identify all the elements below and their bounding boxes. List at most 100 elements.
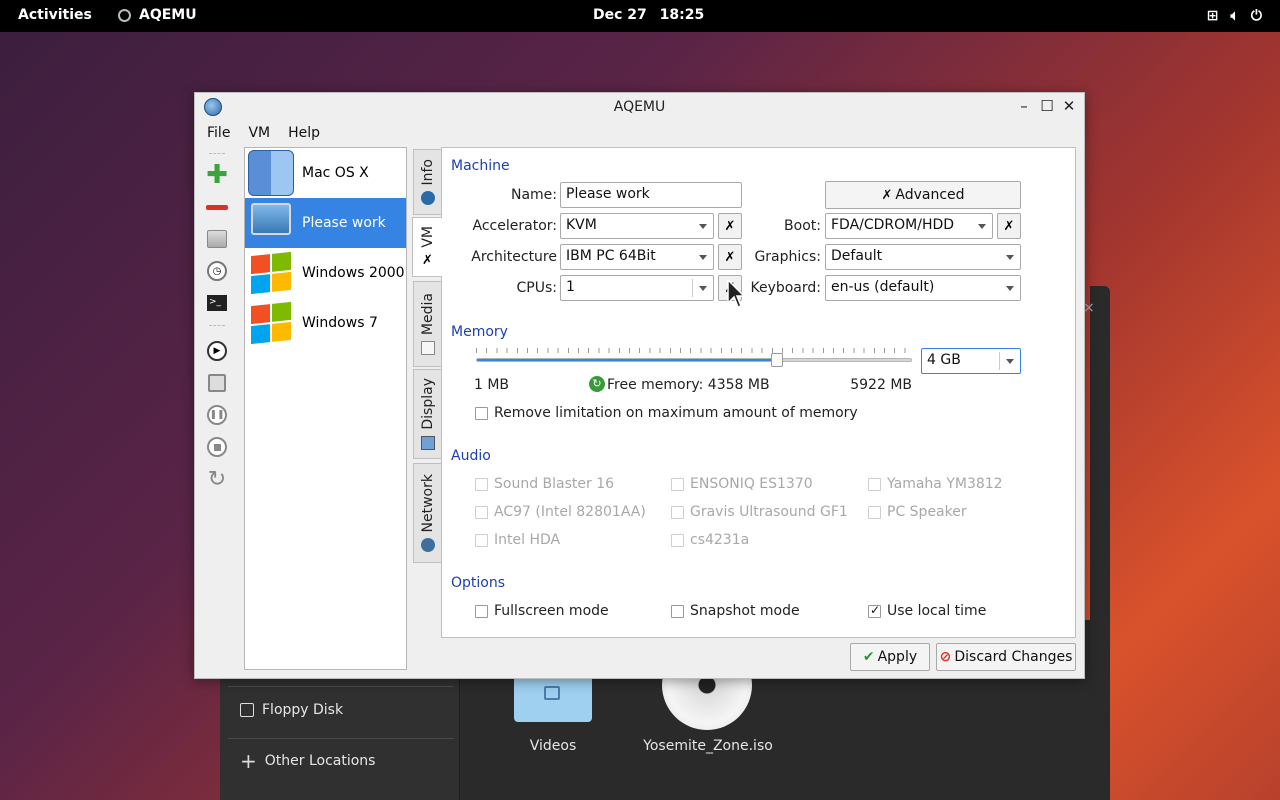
- close-button[interactable]: ✕: [1060, 97, 1078, 115]
- terminal-icon[interactable]: >_: [205, 291, 229, 315]
- file-label-videos[interactable]: Videos: [514, 738, 592, 754]
- tab-media[interactable]: Media: [413, 281, 441, 367]
- clock[interactable]: Dec 27 18:25: [593, 7, 704, 23]
- memory-min-label: 1 MB: [474, 377, 510, 393]
- tab-display[interactable]: Display: [413, 369, 441, 459]
- discard-button-label: Discard Changes: [954, 649, 1073, 665]
- vm-item-windows-7[interactable]: Windows 7: [245, 298, 406, 348]
- use-local-time-checkbox[interactable]: Use local time: [868, 603, 986, 619]
- snapshot-mode-checkbox[interactable]: Snapshot mode: [671, 603, 800, 619]
- toolbar-grip: [209, 153, 225, 154]
- delete-vm-icon[interactable]: [205, 195, 229, 219]
- vm-item-please-work[interactable]: Please work: [245, 198, 406, 248]
- sidebar-item-label: Other Locations: [264, 753, 376, 769]
- vm-item-windows-2000[interactable]: Windows 2000: [245, 248, 406, 298]
- tab-info[interactable]: Info: [413, 149, 441, 215]
- audio-gus-checkbox: Gravis Ultrasound GF1: [671, 504, 848, 520]
- checkmark-icon: ✔: [862, 649, 875, 665]
- sidebar-item-floppy-disk[interactable]: Floppy Disk: [240, 702, 343, 718]
- checkbox-label: Yamaha YM3812: [887, 476, 1003, 492]
- media-icon: [420, 341, 435, 356]
- fullscreen-mode-checkbox[interactable]: Fullscreen mode: [475, 603, 609, 619]
- accelerator-select[interactable]: KVM: [560, 213, 714, 239]
- title-bar[interactable]: AQEMU – ☐ ✕: [195, 93, 1084, 121]
- menu-file[interactable]: File: [201, 123, 236, 145]
- architecture-value: IBM PC 64Bit: [566, 248, 656, 264]
- vm-item-mac-os-x[interactable]: Mac OS X: [245, 148, 406, 198]
- keyboard-select[interactable]: en-us (default): [825, 275, 1021, 301]
- keyboard-label: Keyboard:: [750, 280, 821, 296]
- harddisk-icon[interactable]: [205, 227, 229, 251]
- memory-slider-handle[interactable]: [770, 353, 783, 367]
- menu-bar: File VM Help: [195, 123, 326, 145]
- toolbar-separator: [209, 325, 225, 326]
- checkbox-box: [475, 533, 488, 547]
- audio-hda-checkbox: Intel HDA: [475, 532, 560, 548]
- minimize-button[interactable]: –: [1015, 97, 1033, 115]
- cancel-icon: ⊘: [939, 649, 952, 665]
- windows-icon: [248, 250, 294, 296]
- memory-slider[interactable]: [476, 358, 912, 362]
- graphics-value: Default: [831, 248, 883, 264]
- aqemu-window: AQEMU – ☐ ✕ File VM Help ✚ ◷ >_ ▶ ❚❚ ↻ M…: [194, 92, 1085, 679]
- clock-time: 18:25: [659, 7, 705, 23]
- save-state-icon[interactable]: [205, 371, 229, 395]
- checkbox-box: [475, 604, 488, 618]
- boot-select[interactable]: FDA/CDROM/HDD: [825, 213, 993, 239]
- section-options-title: Options: [451, 575, 506, 591]
- tab-label: VM: [419, 226, 436, 248]
- tab-label: Display: [419, 378, 436, 430]
- boot-label: Boot:: [784, 218, 821, 234]
- tab-network[interactable]: Network: [413, 463, 441, 563]
- reset-icon[interactable]: ↻: [205, 467, 229, 492]
- name-label: Name:: [510, 187, 557, 203]
- vm-item-label: Mac OS X: [302, 165, 369, 181]
- refresh-icon[interactable]: ↻: [589, 376, 605, 392]
- tab-vm[interactable]: VM ✗: [412, 217, 442, 277]
- chevron-down-icon: [1006, 286, 1014, 291]
- memory-size-select[interactable]: 4 GB: [921, 348, 1021, 374]
- advanced-button-label: Advanced: [895, 187, 965, 203]
- system-tray[interactable]: ⊞ 🔈︎ ⏻: [1207, 8, 1262, 24]
- activities-button[interactable]: Activities: [18, 7, 92, 23]
- menu-help[interactable]: Help: [282, 123, 326, 145]
- advanced-button[interactable]: ✗ Advanced: [825, 181, 1021, 209]
- videos-folder-icon[interactable]: [514, 672, 592, 722]
- tab-label: Network: [419, 473, 436, 533]
- menu-vm[interactable]: VM: [242, 123, 276, 145]
- vm-item-label: Please work: [302, 215, 386, 231]
- cpus-select[interactable]: 1: [560, 275, 714, 301]
- checkbox-box: [868, 477, 881, 491]
- add-vm-icon[interactable]: ✚: [205, 160, 229, 190]
- clock-icon[interactable]: ◷: [205, 259, 229, 283]
- checkbox-label: ENSONIQ ES1370: [690, 476, 813, 492]
- file-label-iso[interactable]: Yosemite_Zone.iso: [636, 738, 780, 754]
- checkbox-box: [868, 603, 881, 618]
- architecture-label: Architecture: [471, 249, 557, 265]
- name-field[interactable]: Please work: [560, 182, 742, 208]
- vm-list: Mac OS X Please work Windows 2000 Window…: [244, 147, 407, 670]
- chevron-down-icon: [1006, 255, 1014, 260]
- architecture-select[interactable]: IBM PC 64Bit: [560, 244, 714, 270]
- tools-icon: ✗: [724, 218, 736, 234]
- maximize-button[interactable]: ☐: [1038, 97, 1056, 115]
- section-memory-title: Memory: [451, 324, 508, 340]
- boot-settings-button[interactable]: ✗: [997, 213, 1021, 239]
- remove-memory-limit-checkbox[interactable]: Remove limitation on maximum amount of m…: [475, 405, 858, 421]
- tools-icon: ✗: [881, 187, 893, 203]
- mouse-cursor-icon: [727, 279, 745, 308]
- vm-item-label: Windows 7: [302, 315, 378, 331]
- audio-es1370-checkbox: ENSONIQ ES1370: [671, 476, 813, 492]
- accelerator-value: KVM: [566, 217, 597, 233]
- pause-icon[interactable]: ❚❚: [205, 403, 229, 427]
- combo-separator: [999, 352, 1000, 370]
- app-menu[interactable]: AQEMU: [118, 7, 197, 23]
- checkbox-label: PC Speaker: [887, 504, 967, 520]
- graphics-select[interactable]: Default: [825, 244, 1021, 270]
- sidebar-item-other-locations[interactable]: + Other Locations: [240, 751, 376, 771]
- apply-button[interactable]: ✔ Apply: [850, 643, 930, 671]
- stop-icon[interactable]: [205, 435, 229, 459]
- play-icon[interactable]: ▶: [205, 339, 229, 363]
- discard-changes-button[interactable]: ⊘ Discard Changes: [936, 643, 1076, 671]
- aqemu-app-icon: [118, 8, 131, 22]
